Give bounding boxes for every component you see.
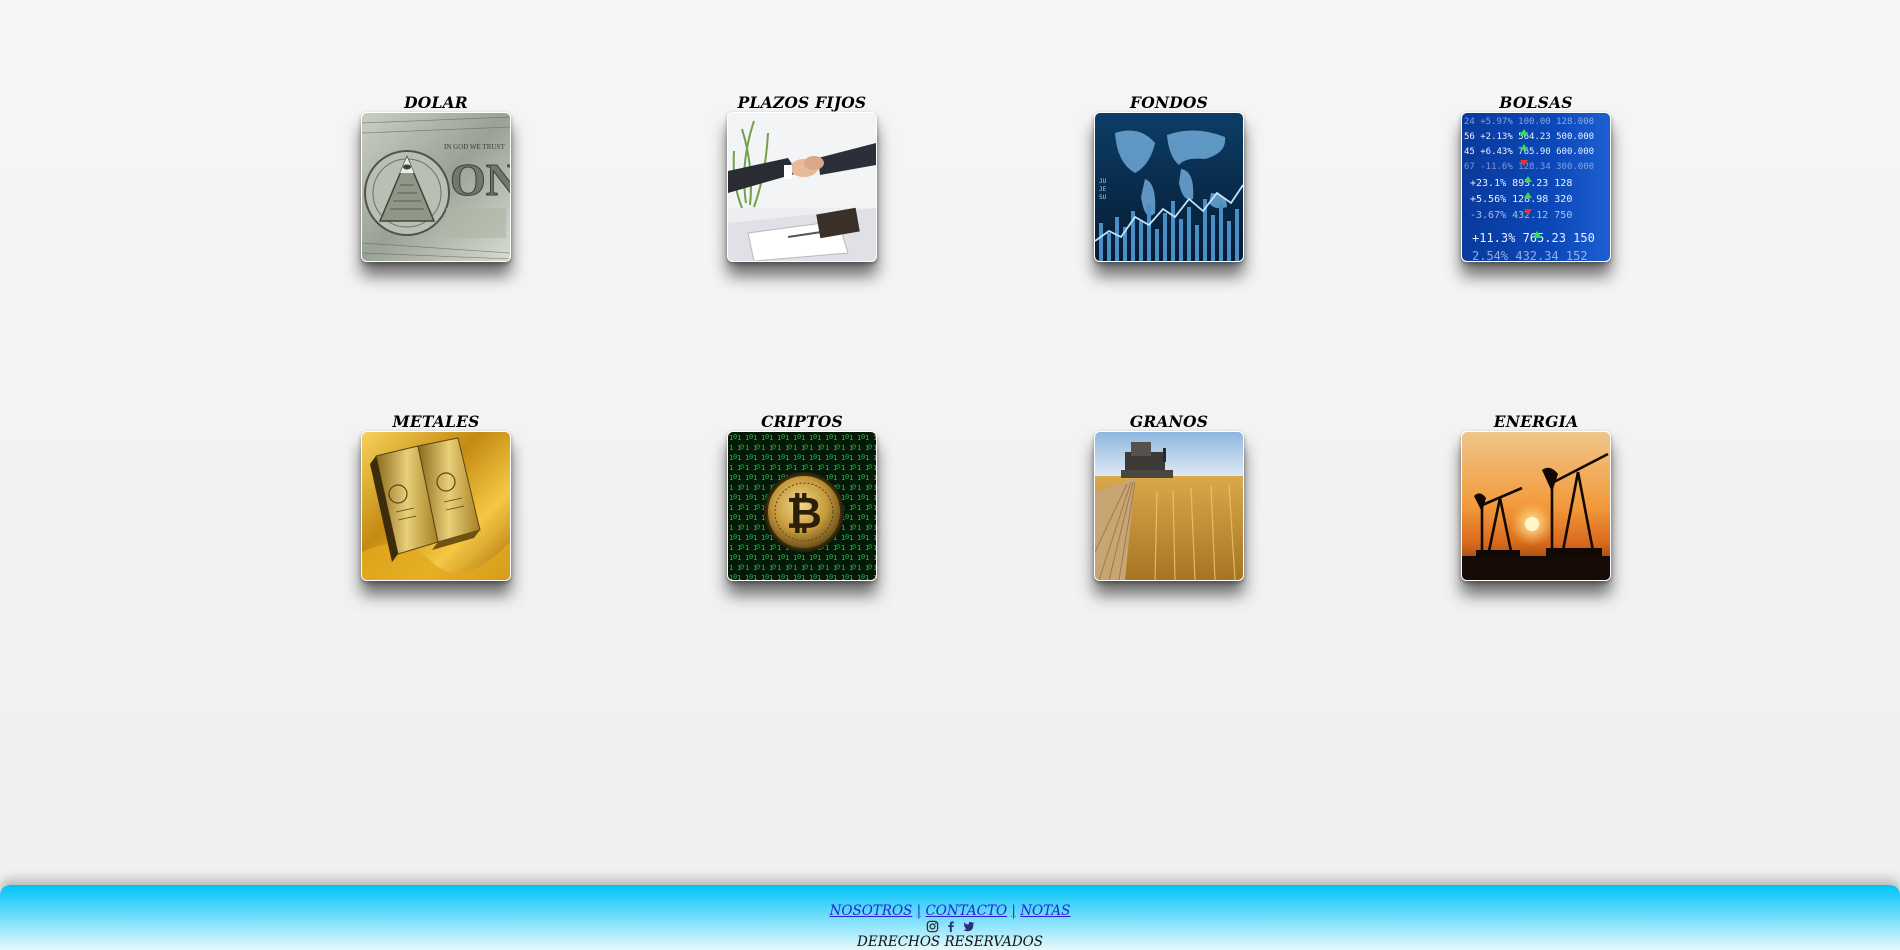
- instagram-icon[interactable]: [926, 920, 939, 933]
- world-chart-picture: JUJESU: [1095, 113, 1243, 261]
- tile-title: CRIPTOS: [761, 412, 843, 431]
- footer-separator: |: [1011, 903, 1016, 919]
- tile-title: FONDOS: [1129, 93, 1208, 112]
- handshake-picture: [728, 113, 876, 261]
- stock-board-image[interactable]: 24 +5.97% 100.00 128.000 56 +2.13% 564.2…: [1461, 112, 1611, 262]
- tile-granos[interactable]: GRANOS: [1094, 413, 1244, 581]
- gold-bars-picture: [362, 432, 510, 580]
- svg-text:-3.67% 432.12 750: -3.67% 432.12 750: [1470, 210, 1572, 221]
- gold-bars-image[interactable]: [361, 431, 511, 581]
- tile-title: ENERGIA: [1493, 412, 1579, 431]
- tile-energia[interactable]: ENERGIA: [1461, 413, 1611, 581]
- footer-link-nosotros[interactable]: NOSOTROS: [830, 903, 913, 919]
- instrument-grid: DOLAR O IN GOD WE TRUST PLAZOS FIJOS FON…: [0, 0, 1900, 880]
- bitcoin-image[interactable]: 1 0 0 ₿: [727, 431, 877, 581]
- social-icons: [0, 920, 1900, 934]
- svg-text:IN GOD WE TRUST: IN GOD WE TRUST: [444, 143, 505, 151]
- footer: NOSOTROS | CONTACTO | NOTAS DERECHOS RES…: [0, 885, 1900, 950]
- footer-links: NOSOTROS | CONTACTO | NOTAS: [0, 903, 1900, 919]
- svg-text:JE: JE: [1099, 186, 1107, 193]
- tile-title: DOLAR: [404, 93, 468, 112]
- svg-text:SU: SU: [1099, 194, 1107, 201]
- oil-pumps-image[interactable]: [1461, 431, 1611, 581]
- dollar-bill-image[interactable]: ONE IN GOD WE TRUST: [361, 112, 511, 262]
- svg-text:JU: JU: [1099, 178, 1107, 185]
- tile-fondos[interactable]: FONDOS JU JE SU: [1094, 94, 1244, 262]
- wheat-harvest-picture: [1095, 432, 1243, 580]
- tile-title: METALES: [392, 412, 480, 431]
- svg-text:ONE: ONE: [450, 154, 510, 205]
- svg-text:₿: ₿: [786, 488, 822, 539]
- svg-text:+5.56% 128.98 320: +5.56% 128.98 320: [1470, 194, 1572, 205]
- tile-criptos[interactable]: CRIPTOS 1 0 0: [727, 413, 877, 581]
- footer-link-contacto[interactable]: CONTACTO: [925, 903, 1007, 919]
- svg-text:24 +5.97% 100.00 128.000: 24 +5.97% 100.00 128.000: [1464, 117, 1594, 127]
- svg-text:+23.1% 893.23 128: +23.1% 893.23 128: [1470, 178, 1572, 189]
- svg-text:67 -11.6% 128.34 300.000: 67 -11.6% 128.34 300.000: [1464, 162, 1594, 172]
- svg-text:2.54% 432.34 152: 2.54% 432.34 152: [1472, 249, 1588, 261]
- tile-title: GRANOS: [1129, 412, 1209, 431]
- oil-pumps-picture: [1462, 432, 1610, 580]
- handshake-image[interactable]: [727, 112, 877, 262]
- twitter-icon[interactable]: [962, 920, 975, 933]
- svg-text:56 +2.13% 564.23 500.000: 56 +2.13% 564.23 500.000: [1464, 132, 1594, 142]
- tile-dolar[interactable]: DOLAR O IN GOD WE TRUST: [361, 94, 511, 262]
- footer-link-notas[interactable]: NOTAS: [1020, 903, 1070, 919]
- bitcoin-picture: 1 0 0 ₿: [728, 432, 876, 580]
- tile-metales[interactable]: METALES: [361, 413, 511, 581]
- facebook-icon[interactable]: [944, 920, 957, 933]
- tile-plazos-fijos[interactable]: PLAZOS FIJOS: [727, 94, 877, 262]
- wheat-harvest-image[interactable]: [1094, 431, 1244, 581]
- svg-text:45 +6.43% 765.90 600.000: 45 +6.43% 765.90 600.000: [1464, 147, 1594, 157]
- copyright-text: DERECHOS RESERVADOS: [857, 934, 1043, 950]
- stock-board-picture: 24 +5.97% 100.00 128.000 56 +2.13% 564.2…: [1462, 113, 1610, 261]
- dollar-bill-picture: ONE IN GOD WE TRUST: [362, 113, 510, 261]
- tile-bolsas[interactable]: BOLSAS 24 +5.97% 100.00 128.000 56 +2.13…: [1461, 94, 1611, 262]
- footer-separator: |: [916, 903, 922, 919]
- world-chart-image[interactable]: JU JE SU: [1094, 112, 1244, 262]
- tile-title: PLAZOS FIJOS: [737, 93, 867, 112]
- tile-title: BOLSAS: [1499, 93, 1573, 112]
